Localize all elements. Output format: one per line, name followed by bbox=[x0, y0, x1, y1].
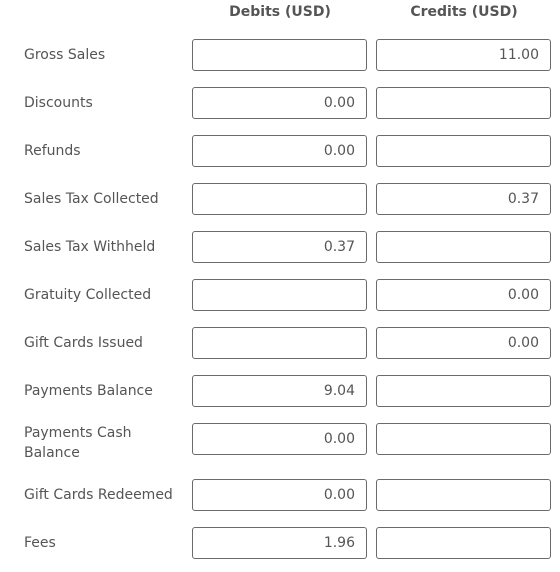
debit-field[interactable] bbox=[192, 327, 367, 359]
debit-field[interactable]: 9.04 bbox=[192, 375, 367, 407]
row-label: Gratuity Collected bbox=[24, 287, 152, 303]
payments-balance-row: Payments Balance 9.04 bbox=[0, 375, 560, 407]
gift-cards-issued-row: Gift Cards Issued 0.00 bbox=[0, 327, 560, 359]
debit-field[interactable]: 0.00 bbox=[192, 479, 367, 511]
debit-field[interactable] bbox=[192, 279, 367, 311]
sales-tax-withheld-row: Sales Tax Withheld 0.37 bbox=[0, 231, 560, 263]
gross-sales-row: Gross Sales 11.00 bbox=[0, 39, 560, 71]
row-label: Sales Tax Withheld bbox=[24, 239, 156, 255]
fees-row: Fees 1.96 bbox=[0, 527, 560, 559]
debit-field[interactable] bbox=[192, 39, 367, 71]
row-label: Gross Sales bbox=[24, 47, 106, 63]
credit-field[interactable]: 0.00 bbox=[376, 327, 551, 359]
debit-field[interactable]: 1.96 bbox=[192, 527, 367, 559]
sales-tax-collected-row: Sales Tax Collected 0.37 bbox=[0, 183, 560, 215]
row-label: Fees bbox=[24, 535, 56, 551]
credit-field[interactable]: 11.00 bbox=[376, 39, 551, 71]
debit-field[interactable] bbox=[192, 183, 367, 215]
debit-field[interactable]: 0.00 bbox=[192, 423, 367, 455]
credit-field[interactable] bbox=[376, 87, 551, 119]
credit-field[interactable] bbox=[376, 479, 551, 511]
debit-field[interactable]: 0.00 bbox=[192, 135, 367, 167]
debits-column-header: Debits (USD) bbox=[229, 4, 331, 20]
row-label: Gift Cards Redeemed bbox=[24, 487, 173, 503]
row-label: Refunds bbox=[24, 143, 81, 159]
row-label: Discounts bbox=[24, 95, 93, 111]
gratuity-collected-row: Gratuity Collected 0.00 bbox=[0, 279, 560, 311]
row-label: Payments Cash Balance bbox=[24, 425, 132, 461]
debit-field[interactable]: 0.37 bbox=[192, 231, 367, 263]
row-label: Payments Balance bbox=[24, 383, 153, 399]
credits-column-header: Credits (USD) bbox=[410, 4, 518, 20]
row-label: Sales Tax Collected bbox=[24, 191, 159, 207]
credit-field[interactable] bbox=[376, 135, 551, 167]
payments-cash-balance-row: Payments Cash Balance 0.00 bbox=[0, 423, 560, 461]
credit-field[interactable]: 0.37 bbox=[376, 183, 551, 215]
refunds-row: Refunds 0.00 bbox=[0, 135, 560, 167]
discounts-row: Discounts 0.00 bbox=[0, 87, 560, 119]
row-label: Gift Cards Issued bbox=[24, 335, 143, 351]
credit-field[interactable] bbox=[376, 423, 551, 455]
debit-field[interactable]: 0.00 bbox=[192, 87, 367, 119]
credit-field[interactable] bbox=[376, 375, 551, 407]
credit-field[interactable] bbox=[376, 527, 551, 559]
credit-field[interactable] bbox=[376, 231, 551, 263]
credit-field[interactable]: 0.00 bbox=[376, 279, 551, 311]
gift-cards-redeemed-row: Gift Cards Redeemed 0.00 bbox=[0, 479, 560, 511]
